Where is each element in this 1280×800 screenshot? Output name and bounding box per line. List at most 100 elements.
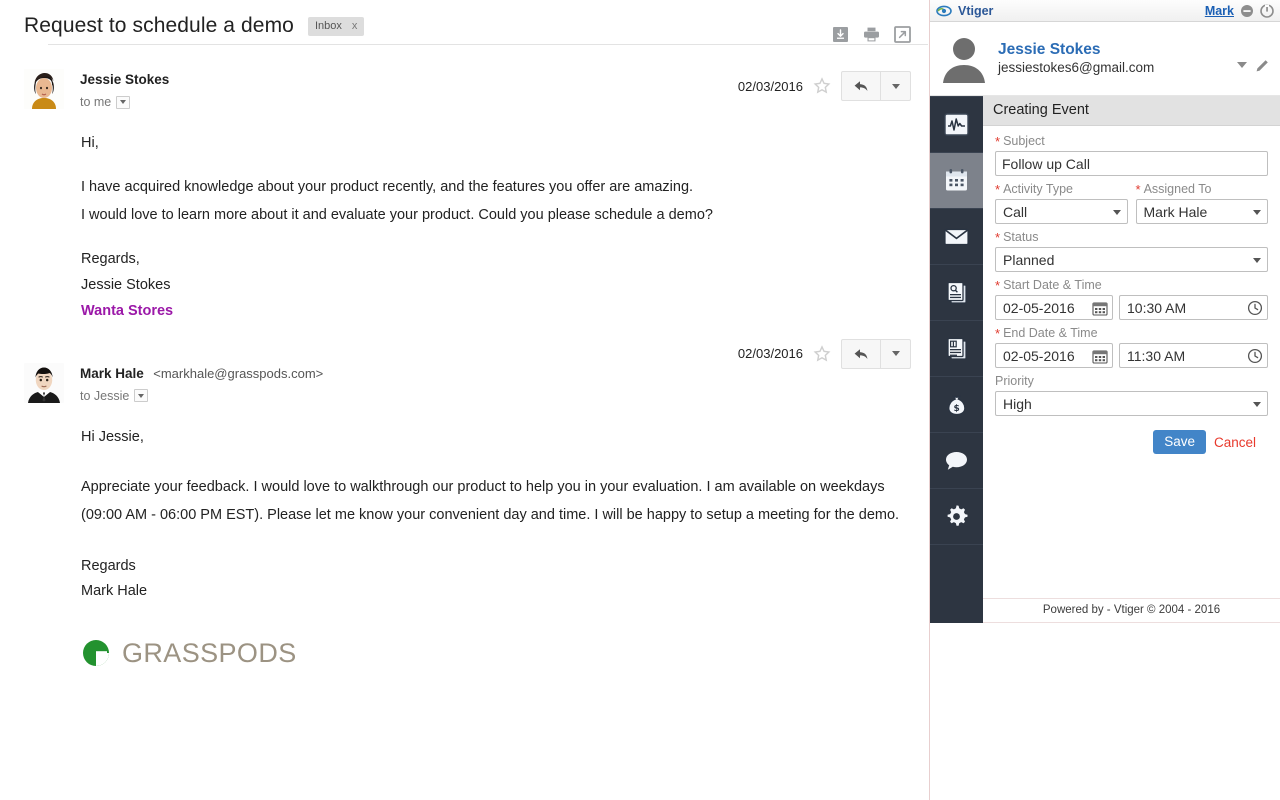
label-text: Status xyxy=(1003,230,1039,244)
vtiger-body: $ Creating Event * Subject Follow up Cal… xyxy=(930,96,1280,623)
star-icon[interactable] xyxy=(813,77,831,95)
field-label: * Subject xyxy=(995,134,1268,148)
signature-company: Wanta Stores xyxy=(81,302,174,319)
field-label: * End Date & Time xyxy=(995,326,1268,340)
priority-select[interactable]: High xyxy=(995,391,1268,416)
field-label: * Activity Type xyxy=(995,182,1128,196)
reply-button-group xyxy=(841,338,911,369)
popout-icon[interactable] xyxy=(894,26,911,43)
money-bag-icon: $ xyxy=(948,395,966,416)
start-date-value: 02-05-2016 xyxy=(1003,299,1075,316)
body-paragraph: I have acquired knowledge about your pro… xyxy=(81,179,694,196)
sidebar-item-comments[interactable] xyxy=(930,433,983,489)
chevron-down-icon xyxy=(1253,257,1261,263)
body-paragraph: Appreciate your feedback. I would love t… xyxy=(81,478,900,524)
cancel-button[interactable]: Cancel xyxy=(1214,435,1256,450)
label-text: End Date & Time xyxy=(1003,326,1098,340)
calendar-picker-icon[interactable] xyxy=(1092,348,1108,364)
save-button[interactable]: Save xyxy=(1153,430,1206,454)
contact-actions xyxy=(1237,46,1270,72)
sidebar-item-analytics[interactable] xyxy=(930,97,983,153)
sender-email: <markhale@grasspods.com> xyxy=(153,365,324,381)
reply-button[interactable] xyxy=(842,72,880,100)
label-remove-icon[interactable]: x xyxy=(352,20,358,32)
start-date-input[interactable]: 02-05-2016 xyxy=(995,295,1113,320)
field-subject: * Subject xyxy=(995,134,1268,176)
minimize-icon[interactable] xyxy=(1240,4,1254,18)
label-text: Start Date & Time xyxy=(1003,278,1102,292)
clock-picker-icon[interactable] xyxy=(1247,300,1263,316)
field-row-type-assigned: * Activity Type Call * Assigned To Mark … xyxy=(995,182,1268,230)
select-value: Planned xyxy=(1003,251,1055,268)
vtiger-footer: Powered by - Vtiger © 2004 - 2016 xyxy=(983,598,1280,623)
select-value: High xyxy=(1003,395,1032,412)
recipient-label: to me xyxy=(80,95,112,109)
star-icon[interactable] xyxy=(813,345,831,363)
sidebar-item-deals[interactable]: $ xyxy=(930,377,983,433)
label-text: Assigned To xyxy=(1143,182,1212,196)
reply-more-chevron-down-icon[interactable] xyxy=(880,72,910,100)
recipient-row: to Jessie xyxy=(80,389,905,403)
signature-line: Mark Hale xyxy=(81,583,148,600)
form-title: Creating Event xyxy=(983,96,1280,126)
vtiger-user-link[interactable]: Mark xyxy=(1205,4,1234,18)
message-header: Mark Hale <markhale@grasspods.com> to Je… xyxy=(24,338,911,403)
sidebar-item-settings[interactable] xyxy=(930,489,983,545)
status-select[interactable]: Planned xyxy=(995,247,1268,272)
label-text: Subject xyxy=(1003,134,1045,148)
email-message: Jessie Stokes to me 02/03/2016 Hi, I hav… xyxy=(0,57,929,325)
calendar-picker-icon[interactable] xyxy=(1092,300,1108,316)
body-paragraph: Hi Jessie, xyxy=(81,428,144,445)
form-actions: Save Cancel xyxy=(995,422,1268,454)
signature-line: Regards xyxy=(81,557,136,574)
calendar-icon xyxy=(946,169,967,191)
field-label: * Status xyxy=(995,230,1268,244)
message-date: 02/03/2016 xyxy=(737,78,803,94)
vtiger-logo-icon xyxy=(936,4,952,18)
sidebar-item-calendar[interactable] xyxy=(930,153,983,209)
sidebar-filler xyxy=(930,545,983,601)
sidebar-item-documents[interactable] xyxy=(930,321,983,377)
required-asterisk: * xyxy=(995,325,1001,341)
contact-chevron-down-icon[interactable] xyxy=(1237,61,1247,68)
end-time-input[interactable]: 11:30 AM xyxy=(1119,343,1268,368)
vtiger-event-form: Creating Event * Subject * A xyxy=(983,96,1280,623)
reply-more-chevron-down-icon[interactable] xyxy=(880,339,910,368)
page-title: Request to schedule a demo xyxy=(24,14,294,37)
subject-input[interactable] xyxy=(995,151,1268,176)
label-chip-inbox[interactable]: Inbox x xyxy=(307,16,365,36)
sender-name: Mark Hale xyxy=(80,365,144,381)
assigned-to-select[interactable]: Mark Hale xyxy=(1135,199,1268,224)
vtiger-contact-header: Jessie Stokes jessiestokes6@gmail.com xyxy=(930,22,1280,96)
email-header: Request to schedule a demo Inbox x xyxy=(0,0,929,57)
sidebar-item-mail[interactable] xyxy=(930,209,983,265)
edit-pencil-icon[interactable] xyxy=(1256,58,1270,72)
end-datetime-row: 02-05-2016 11:30 AM xyxy=(995,343,1268,368)
grasspods-wordmark: GRASSPODS xyxy=(122,638,297,669)
contact-avatar-icon xyxy=(938,33,990,85)
gear-icon xyxy=(947,505,968,526)
sidebar-item-contacts[interactable] xyxy=(930,265,983,321)
reply-button[interactable] xyxy=(842,340,880,368)
end-date-value: 02-05-2016 xyxy=(1003,347,1075,364)
start-time-input[interactable]: 10:30 AM xyxy=(1119,295,1268,320)
end-date-input[interactable]: 02-05-2016 xyxy=(995,343,1113,368)
signature-line: Jessie Stokes xyxy=(81,277,171,294)
recipient-details-chevron-down-icon[interactable] xyxy=(116,95,131,109)
grasspods-logo: GRASSPODS xyxy=(81,627,905,680)
contact-name: Jessie Stokes xyxy=(998,40,1101,58)
form-fields: * Subject * Activity Type Call xyxy=(983,126,1280,598)
end-time-value: 11:30 AM xyxy=(1127,347,1186,364)
avatar xyxy=(24,362,64,403)
recipient-details-chevron-down-icon[interactable] xyxy=(134,389,149,403)
power-icon[interactable] xyxy=(1260,3,1274,18)
field-assigned-to: * Assigned To Mark Hale xyxy=(1135,182,1268,224)
app-root: Request to schedule a demo Inbox x Jessi… xyxy=(0,0,1280,800)
required-asterisk: * xyxy=(995,229,1001,245)
field-activity-type: * Activity Type Call xyxy=(995,182,1128,224)
field-end-datetime: * End Date & Time 02-05-2016 11:30 AM xyxy=(995,326,1268,368)
download-icon[interactable] xyxy=(832,26,849,43)
print-icon[interactable] xyxy=(863,26,880,43)
clock-picker-icon[interactable] xyxy=(1247,348,1263,364)
activity-type-select[interactable]: Call xyxy=(995,199,1128,224)
